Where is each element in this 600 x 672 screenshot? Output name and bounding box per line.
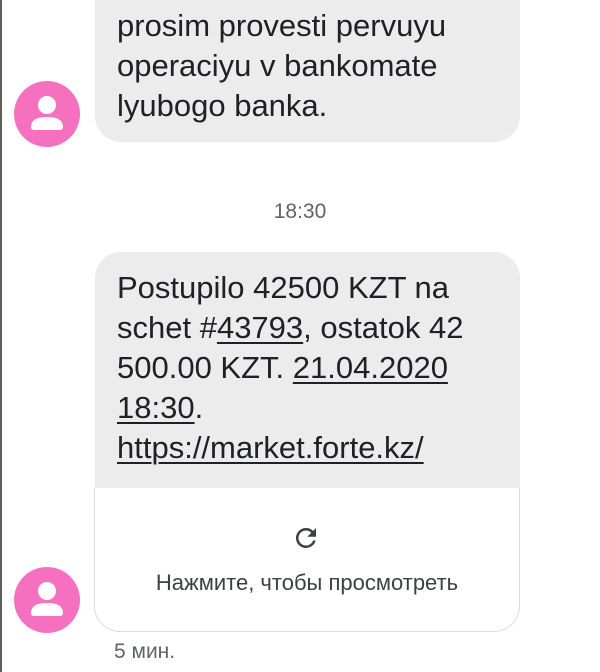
message-line: 500.00 KZT. 21.04.2020 (117, 348, 498, 388)
refresh-icon (295, 528, 316, 548)
message-bubble-previous[interactable]: prosim provesti pervuyu operaciyu v bank… (95, 0, 520, 142)
message-line: schet #43793, ostatok 42 (117, 308, 498, 348)
time-link[interactable]: 18:30 (117, 390, 195, 425)
text-segment: schet # (117, 310, 217, 345)
tap-to-preview-label: Нажмите, чтобы просмотреть (155, 570, 459, 595)
message-line: prosim provesti pervuyu (117, 8, 447, 43)
link-preview-card[interactable]: Нажмите, чтобы просмотреть (94, 488, 520, 632)
account-number-link[interactable]: 43793 (217, 310, 303, 345)
message-line: 18:30. (117, 388, 498, 428)
person-icon (31, 96, 63, 130)
url-link[interactable]: https://market.forte.kz/ (117, 430, 424, 465)
time-separator: 18:30 (273, 200, 327, 223)
message-line: https://market.forte.kz/ (117, 428, 498, 468)
sender-avatar[interactable] (14, 567, 80, 633)
date-link[interactable]: 21.04.2020 (293, 350, 448, 385)
text-segment: , ostatok 42 (303, 310, 464, 345)
window-edge (0, 0, 2, 672)
message-bubble-sms[interactable]: Postupilo 42500 KZT na schet #43793, ost… (95, 252, 520, 488)
person-icon (31, 582, 63, 616)
message-line: operaciyu v bankomate (117, 48, 438, 83)
clipped-line (117, 0, 520, 4)
text-segment: 500.00 KZT. (117, 350, 293, 385)
text-segment: . (194, 390, 204, 425)
message-line: Postupilo 42500 KZT na (117, 270, 450, 305)
sender-avatar[interactable] (14, 81, 80, 147)
message-age: 5 мин. (114, 640, 176, 663)
message-line: lyubogo banka. (117, 88, 328, 123)
